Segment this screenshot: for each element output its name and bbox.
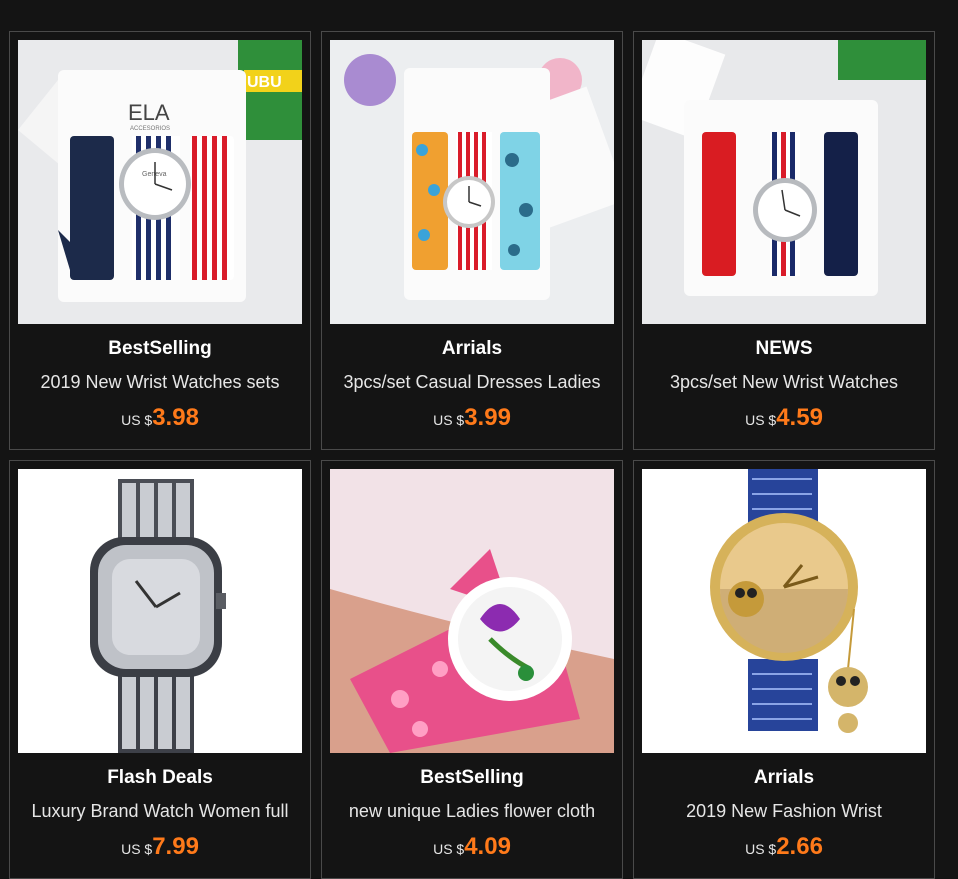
product-title[interactable]: 2019 New Wrist Watches sets	[14, 372, 306, 393]
diamond-watch-image[interactable]	[18, 469, 302, 753]
price-currency: US $	[433, 412, 465, 428]
product-label: NEWS	[755, 338, 813, 359]
product-label: Flash Deals	[107, 767, 213, 788]
product-title[interactable]: 2019 New Fashion Wrist	[638, 801, 930, 822]
watch-set-floral-image[interactable]	[330, 40, 614, 324]
product-title[interactable]: 3pcs/set New Wrist Watches	[638, 372, 930, 393]
product-price: US $3.98	[10, 404, 310, 432]
card-brand-sub-text: ACCESORIOS	[130, 126, 170, 132]
card-brand-text: ELA	[128, 100, 170, 125]
product-card[interactable]: UBU ELA ACCESORIOS Geneva	[9, 31, 311, 450]
price-currency: US $	[121, 841, 153, 857]
price-amount: 3.99	[464, 404, 511, 431]
flower-cloth-watch-image[interactable]	[330, 469, 614, 753]
product-price: US $4.59	[634, 404, 934, 432]
product-label: Arrials	[441, 338, 503, 359]
price-amount: 2.66	[776, 833, 823, 860]
price-amount: 4.59	[776, 404, 823, 431]
cup-text: UBU	[247, 74, 282, 91]
watch-set-stripes-image[interactable]: UBU ELA ACCESORIOS Geneva	[18, 40, 302, 324]
product-price: US $3.99	[322, 404, 622, 432]
product-card[interactable]: Arrials 3pcs/set Casual Dresses Ladies U…	[321, 31, 623, 450]
product-label: BestSelling	[108, 338, 212, 359]
price-amount: 3.98	[152, 404, 199, 431]
watch-set-nylon-image[interactable]	[642, 40, 926, 324]
product-title[interactable]: 3pcs/set Casual Dresses Ladies	[326, 372, 618, 393]
owl-pendant-watch-image[interactable]	[642, 469, 926, 753]
price-currency: US $	[745, 841, 777, 857]
product-card[interactable]: BestSelling new unique Ladies flower clo…	[321, 460, 623, 879]
product-label: BestSelling	[420, 767, 524, 788]
product-grid: UBU ELA ACCESORIOS Geneva	[9, 31, 935, 879]
price-amount: 7.99	[152, 833, 199, 860]
product-card[interactable]: Arrials 2019 New Fashion Wrist US $2.66	[633, 460, 935, 879]
product-price: US $7.99	[10, 833, 310, 861]
product-title[interactable]: Luxury Brand Watch Women full	[14, 801, 306, 822]
product-label: Arrials	[753, 767, 815, 788]
product-card[interactable]: Flash Deals Luxury Brand Watch Women ful…	[9, 460, 311, 879]
product-price: US $4.09	[322, 833, 622, 861]
price-amount: 4.09	[464, 833, 511, 860]
product-price: US $2.66	[634, 833, 934, 861]
price-currency: US $	[745, 412, 777, 428]
product-title[interactable]: new unique Ladies flower cloth	[326, 801, 618, 822]
price-currency: US $	[433, 841, 465, 857]
price-currency: US $	[121, 412, 153, 428]
product-card[interactable]: NEWS 3pcs/set New Wrist Watches US $4.59	[633, 31, 935, 450]
